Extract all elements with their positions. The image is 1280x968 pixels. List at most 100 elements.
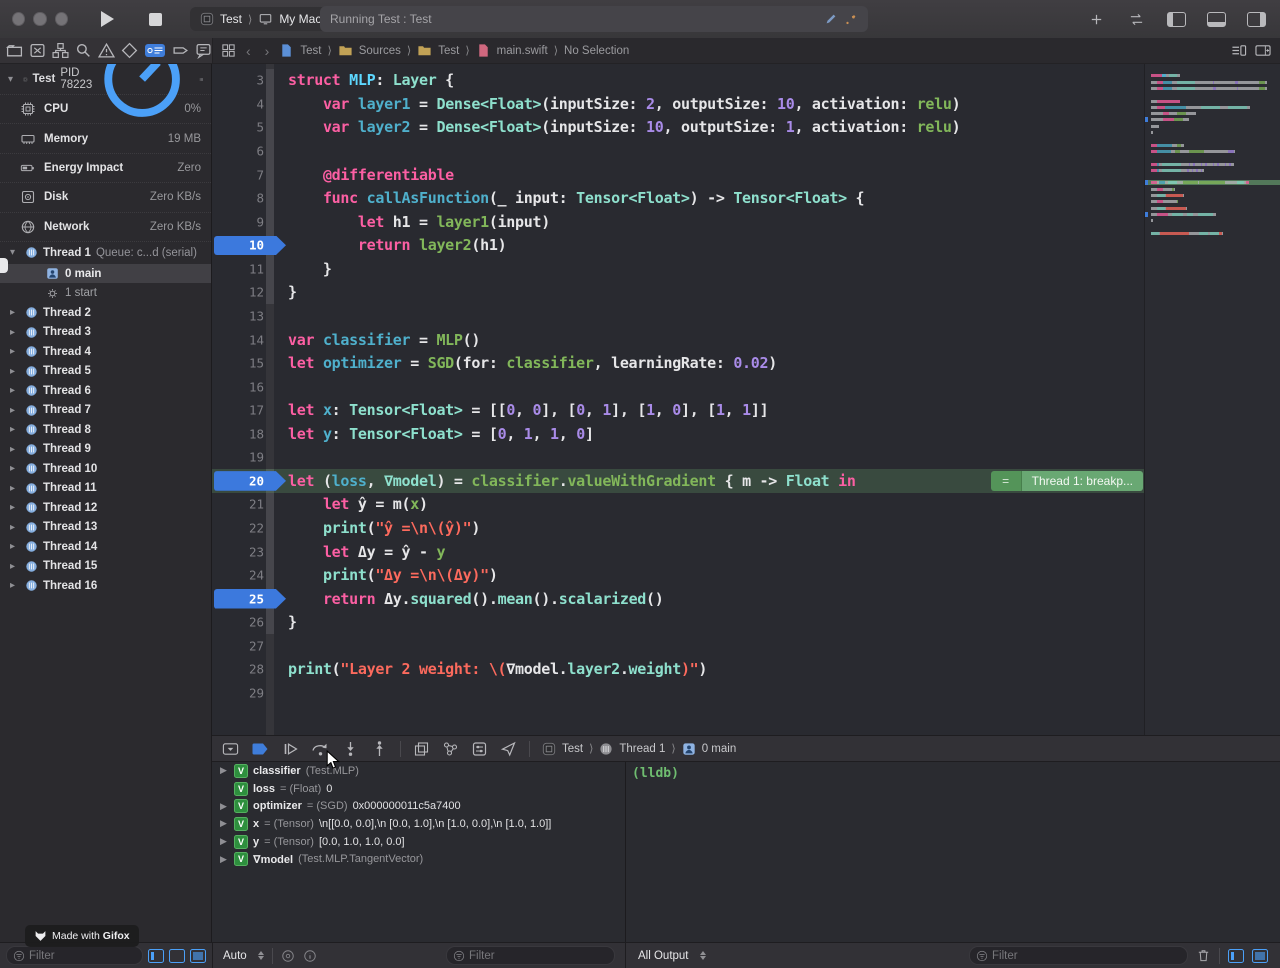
disclosure-right-icon[interactable]: ▶	[220, 854, 229, 865]
debug-navigator-tab-selected[interactable]	[144, 42, 166, 59]
hide-debug-area-button[interactable]	[222, 741, 239, 757]
disclosure-right-icon[interactable]: ▸	[10, 424, 20, 435]
gutter[interactable]: 19	[212, 446, 288, 470]
console-output-popup[interactable]: All Output	[638, 950, 689, 962]
gutter[interactable]: 26	[212, 611, 288, 635]
disclosure-right-icon[interactable]: ▸	[10, 580, 20, 591]
thread-row[interactable]: ▸Thread 6	[0, 381, 211, 401]
code-line-16[interactable]: 16	[212, 375, 1144, 399]
thread-row[interactable]: ▸Thread 7	[0, 400, 211, 420]
gutter[interactable]: 20	[212, 469, 288, 493]
code-review-button[interactable]	[1120, 7, 1152, 31]
gutter[interactable]: 12	[212, 281, 288, 305]
console-filter-field[interactable]: Filter	[969, 946, 1188, 965]
gutter[interactable]: 25	[212, 587, 288, 611]
disclosure-right-icon[interactable]: ▸	[10, 307, 20, 318]
gutter[interactable]: 6	[212, 139, 288, 163]
crumb-process[interactable]: Test	[562, 743, 583, 755]
disclosure-down-icon[interactable]: ▾	[8, 74, 18, 85]
code-line-20[interactable]: 20let (loss, ∇model) = classifier.valueW…	[212, 469, 1144, 493]
gutter[interactable]: 14	[212, 328, 288, 352]
gauge-row-disk[interactable]: DiskZero KB/s	[0, 182, 211, 211]
disclosure-right-icon[interactable]: ▸	[10, 444, 20, 455]
jumpbar-item-sources[interactable]: Sources	[359, 45, 401, 57]
filter-toggle-icon[interactable]	[190, 949, 206, 963]
forward-button[interactable]: ›	[261, 43, 274, 59]
gutter[interactable]: 16	[212, 375, 288, 399]
thread-row[interactable]: ▸Thread 16	[0, 576, 211, 596]
disclosure-right-icon[interactable]: ▶	[220, 765, 229, 776]
issue-navigator-tab[interactable]	[98, 42, 115, 59]
gutter[interactable]: 10	[212, 234, 288, 258]
gauge-row-energy-impact[interactable]: Energy ImpactZero	[0, 153, 211, 182]
gutter[interactable]: 9	[212, 210, 288, 234]
minimap[interactable]	[1144, 64, 1280, 735]
filter-toggle-icon[interactable]	[148, 949, 164, 963]
gutter[interactable]: 7	[212, 163, 288, 187]
stop-button[interactable]	[138, 7, 172, 31]
disclosure-right-icon[interactable]: ▸	[10, 327, 20, 338]
code-line-8[interactable]: 8 func callAsFunction(_ input: Tensor<Fl…	[212, 186, 1144, 210]
gutter[interactable]: 13	[212, 304, 288, 328]
thread-row[interactable]: ▸Thread 10	[0, 459, 211, 479]
filter-toggle-icon[interactable]	[169, 949, 185, 963]
disclosure-right-icon[interactable]: ▶	[220, 801, 229, 812]
source-control-navigator-tab[interactable]	[29, 42, 46, 59]
gauge-row-memory[interactable]: Memory19 MB	[0, 123, 211, 152]
crumb-thread[interactable]: Thread 1	[619, 743, 665, 755]
code-line-17[interactable]: 17let x: Tensor<Float> = [[0, 0], [0, 1]…	[212, 398, 1144, 422]
code-line-4[interactable]: 4 var layer1 = Dense<Float>(inputSize: 2…	[212, 92, 1144, 116]
gutter[interactable]: 4	[212, 92, 288, 116]
code-line-27[interactable]: 27	[212, 634, 1144, 658]
memory-graph-button[interactable]	[442, 741, 459, 757]
gutter[interactable]: 29	[212, 681, 288, 705]
code-line-10[interactable]: 10 return layer2(h1)	[212, 234, 1144, 258]
code-line-9[interactable]: 9 let h1 = layer1(input)	[212, 210, 1144, 234]
gutter[interactable]: 18	[212, 422, 288, 446]
environment-overrides-button[interactable]	[471, 741, 488, 757]
code-line-6[interactable]: 6	[212, 139, 1144, 163]
console-view[interactable]: (lldb)	[625, 762, 1280, 942]
code-line-19[interactable]: 19	[212, 446, 1144, 470]
thread-row[interactable]: ▸Thread 9	[0, 439, 211, 459]
code-line-13[interactable]: 13	[212, 304, 1144, 328]
code-line-7[interactable]: 7 @differentiable	[212, 163, 1144, 187]
disclosure-right-icon[interactable]: ▶	[220, 818, 229, 829]
test-navigator-tab[interactable]	[121, 42, 138, 59]
thread-1-row[interactable]: ▾ Thread 1 Queue: c...d (serial)	[0, 241, 211, 264]
gutter[interactable]: 11	[212, 257, 288, 281]
minimize-button[interactable]	[33, 12, 46, 26]
code-line-29[interactable]: 29	[212, 681, 1144, 705]
variables-scope-popup[interactable]: Auto	[223, 950, 247, 962]
code-line-15[interactable]: 15let optimizer = SGD(for: classifier, l…	[212, 351, 1144, 375]
run-button[interactable]	[90, 7, 124, 31]
thread-row[interactable]: ▸Thread 12	[0, 498, 211, 518]
disclosure-right-icon[interactable]: ▸	[10, 366, 20, 377]
gauge-row-network[interactable]: NetworkZero KB/s	[0, 212, 211, 241]
debug-view-hierarchy-button[interactable]	[413, 741, 430, 757]
disclosure-right-icon[interactable]: ▸	[10, 385, 20, 396]
simulate-location-button[interactable]	[500, 741, 517, 757]
disclosure-right-icon[interactable]: ▸	[10, 483, 20, 494]
thread-row[interactable]: ▸Thread 15	[0, 556, 211, 576]
disclosure-right-icon[interactable]: ▸	[10, 463, 20, 474]
disclosure-right-icon[interactable]: ▸	[10, 405, 20, 416]
disclosure-right-icon[interactable]: ▸	[10, 522, 20, 533]
jumpbar-item-group[interactable]: Test	[438, 45, 459, 57]
variables-pane-toggle[interactable]	[1228, 949, 1244, 963]
thread-row[interactable]: ▸Thread 13	[0, 517, 211, 537]
back-button[interactable]: ‹	[242, 43, 255, 59]
code-line-25[interactable]: 25 return Δy.squared().mean().scalarized…	[212, 587, 1144, 611]
jumpbar-item-file[interactable]: main.swift	[497, 45, 548, 57]
continue-button[interactable]	[282, 741, 299, 757]
console-pane-toggle[interactable]	[1252, 949, 1268, 963]
variable-row-∇model[interactable]: ▶V∇model(Test.MLP.TangentVector)	[212, 850, 625, 868]
disclosure-right-icon[interactable]: ▸	[10, 541, 20, 552]
code-line-24[interactable]: 24 print("Δy =\n\(Δy)")	[212, 563, 1144, 587]
code-line-22[interactable]: 22 print("ŷ =\n\(ŷ)")	[212, 516, 1144, 540]
profile-gauge-icon[interactable]	[97, 64, 187, 124]
debug-pane-toggle[interactable]	[1200, 7, 1232, 31]
variable-row-optimizer[interactable]: ▶Voptimizer= (SGD)0x000000011c5a7400	[212, 797, 625, 815]
code-line-21[interactable]: 21 let ŷ = m(x)	[212, 493, 1144, 517]
thread-row[interactable]: ▸Thread 4	[0, 342, 211, 362]
